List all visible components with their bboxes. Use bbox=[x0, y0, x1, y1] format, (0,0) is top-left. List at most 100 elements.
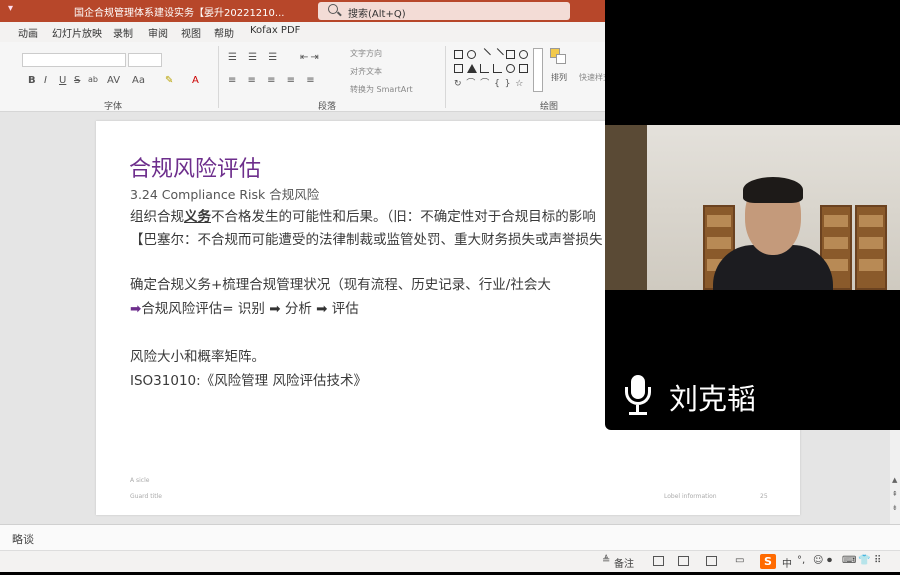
text-segment: 评估 bbox=[331, 301, 359, 317]
line-shape-icon[interactable] bbox=[478, 48, 491, 61]
ime-mode[interactable]: 中 bbox=[782, 555, 792, 570]
participant-hair bbox=[743, 177, 803, 203]
notes-toggle-icon[interactable]: ≜ bbox=[602, 555, 610, 566]
prev-slide-icon[interactable]: ⇞ bbox=[892, 490, 898, 498]
align-text-button[interactable]: 对齐文本 bbox=[350, 66, 382, 77]
next-slide-icon[interactable]: ⇟ bbox=[892, 504, 898, 512]
toolbox-icon[interactable]: ⠿ bbox=[874, 555, 881, 566]
connector-shape-icon[interactable] bbox=[480, 64, 489, 73]
scroll-up-icon[interactable]: ▲ bbox=[892, 476, 898, 484]
notes-toggle-button[interactable]: 备注 bbox=[614, 555, 634, 570]
slide-text-line: 组织合规义务不合格发生的可能性和后果。（旧：不确定性对于合规目标的影响 bbox=[130, 205, 596, 225]
italic-button[interactable]: I bbox=[44, 75, 47, 86]
tab-record[interactable]: 录制 bbox=[113, 25, 133, 40]
slide-definition-line: 3.24 Compliance Risk 合规风险 bbox=[130, 187, 320, 202]
font-size-box[interactable] bbox=[128, 53, 162, 67]
font-name-box[interactable] bbox=[22, 53, 126, 67]
slide-text-line: 确定合规义务+梳理合规管理状况（现有流程、历史记录、行业/社会大 bbox=[130, 277, 551, 293]
tab-view[interactable]: 视图 bbox=[181, 25, 201, 40]
slide-sorter-icon[interactable] bbox=[678, 556, 689, 566]
sogou-ime-icon[interactable]: S bbox=[760, 554, 776, 569]
arrow-right-icon: ➡ bbox=[269, 301, 281, 317]
group-label-font: 字体 bbox=[104, 102, 123, 112]
ribbon: B I U S ab AV Aa ✎ A 字体 ☰ ☰ ☰ ⇤⇥ ≡ ≡ ≡ ≡… bbox=[0, 42, 611, 112]
microphone-icon bbox=[623, 375, 655, 417]
highlight-icon[interactable]: ✎ bbox=[165, 75, 173, 86]
ellipse-shape-icon[interactable] bbox=[519, 50, 528, 59]
font-color-button[interactable]: A bbox=[192, 75, 199, 86]
slideshow-icon[interactable]: ▭ bbox=[735, 555, 744, 566]
indent-icon[interactable]: ⇤⇥ bbox=[300, 52, 321, 63]
reading-view-icon[interactable] bbox=[706, 556, 717, 566]
tab-review[interactable]: 审阅 bbox=[148, 25, 168, 40]
notes-pane[interactable]: 略谈 bbox=[0, 524, 900, 550]
text-direction-button[interactable]: 文字方向 bbox=[350, 48, 382, 59]
change-case-button[interactable]: Aa bbox=[132, 75, 145, 86]
ribbon-separator bbox=[445, 46, 446, 108]
menu-bar: 动画 幻灯片放映 录制 审阅 视图 帮助 Kofax PDF bbox=[0, 22, 605, 42]
triangle-shape-icon[interactable] bbox=[467, 64, 477, 73]
speaker-name: 刘克韬 bbox=[669, 382, 757, 416]
shadow-button[interactable]: ab bbox=[88, 75, 98, 84]
ellipse-shape-icon[interactable] bbox=[506, 64, 515, 73]
ellipse-shape-icon[interactable] bbox=[467, 50, 476, 59]
slide-text-line: 【巴塞尔：不合规而可能遭受的法律制裁或监管处罚、重大财务损失或声誉损失 bbox=[130, 232, 603, 248]
participant-video bbox=[605, 125, 900, 290]
bullets-icon[interactable]: ☰ ☰ ☰ bbox=[228, 52, 281, 63]
bookshelf bbox=[855, 205, 887, 290]
slide-title: 合规风险评估 bbox=[129, 157, 262, 182]
strikethrough-button[interactable]: S bbox=[74, 75, 80, 86]
tab-slideshow[interactable]: 幻灯片放映 bbox=[52, 25, 102, 40]
arrow-right-icon: ➡ bbox=[130, 301, 142, 317]
align-icon[interactable]: ≡ ≡ ≡ ≡ ≡ bbox=[228, 75, 319, 86]
text-emphasis: 义务 bbox=[184, 209, 211, 225]
arrange-button[interactable]: 排列 bbox=[551, 72, 567, 83]
line-shape-icon[interactable] bbox=[491, 48, 504, 61]
shapes-more-button[interactable] bbox=[533, 48, 543, 92]
group-label-paragraph: 段落 bbox=[318, 102, 337, 112]
background-door bbox=[605, 125, 647, 290]
smartart-button[interactable]: 转换为 SmartArt bbox=[350, 84, 413, 95]
bold-button[interactable]: B bbox=[28, 75, 36, 86]
group-label-drawing: 绘图 bbox=[540, 102, 559, 112]
status-bar: ≜ 备注 ▭ S 中 °, ☺ ⏺ ⌨ 👕 ⠿ bbox=[0, 550, 900, 572]
search-icon bbox=[328, 4, 338, 14]
slide-footer-right: Lobel information bbox=[664, 493, 717, 500]
skin-icon[interactable]: 👕 bbox=[858, 555, 870, 566]
window-title: 国企合规管理体系建设实务【晏升20221210... bbox=[74, 8, 285, 19]
slide-page-number: 25 bbox=[760, 493, 768, 500]
connector-shape-icon[interactable] bbox=[493, 64, 502, 73]
search-placeholder: 搜索(Alt+Q) bbox=[348, 9, 406, 20]
char-spacing-button[interactable]: AV bbox=[107, 75, 120, 86]
slide-footer-left: Guard title bbox=[130, 493, 162, 500]
video-call-panel[interactable]: 刘克韬 bbox=[605, 0, 900, 430]
tab-animations[interactable]: 动画 bbox=[18, 25, 38, 40]
rectangle-shape-icon[interactable] bbox=[519, 64, 528, 73]
text-segment: 合规风险评估= 识别 bbox=[141, 301, 265, 317]
punctuation-icon[interactable]: °, bbox=[797, 555, 805, 566]
tab-kofax-pdf[interactable]: Kofax PDF bbox=[250, 25, 300, 36]
normal-view-icon[interactable] bbox=[653, 556, 664, 566]
text-segment: 分析 bbox=[284, 301, 312, 317]
text-segment: 组织合规 bbox=[130, 209, 184, 225]
title-bar: ▾ 国企合规管理体系建设实务【晏升20221210... 搜索(Alt+Q) bbox=[0, 0, 605, 22]
slide-text-line: ISO31010:《风险管理 风险评估技术》 bbox=[130, 373, 367, 389]
slide-process-line: ➡合规风险评估= 识别 ➡ 分析 ➡ 评估 bbox=[130, 297, 359, 317]
voice-input-icon[interactable]: ⏺ bbox=[827, 555, 832, 566]
slide-footer-note: A sicle bbox=[130, 477, 150, 484]
tab-help[interactable]: 帮助 bbox=[214, 25, 234, 40]
brace-shapes-icon[interactable]: ↻ ⌒ ⌒ { } ☆ bbox=[454, 76, 524, 89]
arrange-icon[interactable] bbox=[550, 48, 568, 66]
quick-access-dropdown[interactable]: ▾ bbox=[8, 3, 13, 14]
keyboard-icon[interactable]: ⌨ bbox=[842, 555, 856, 566]
rectangle-shape-icon[interactable] bbox=[454, 64, 463, 73]
rectangle-shape-icon[interactable] bbox=[454, 50, 463, 59]
underline-button[interactable]: U bbox=[59, 75, 66, 86]
text-segment: 不合格发生的可能性和后果。（旧：不确定性对于合规目标的影响 bbox=[211, 209, 596, 225]
arrow-right-icon: ➡ bbox=[316, 301, 328, 317]
search-box[interactable]: 搜索(Alt+Q) bbox=[318, 2, 570, 20]
emoji-icon[interactable]: ☺ bbox=[813, 555, 823, 566]
ribbon-separator bbox=[218, 46, 219, 108]
slide-text-line: 风险大小和概率矩阵。 bbox=[130, 349, 265, 365]
rectangle-shape-icon[interactable] bbox=[506, 50, 515, 59]
